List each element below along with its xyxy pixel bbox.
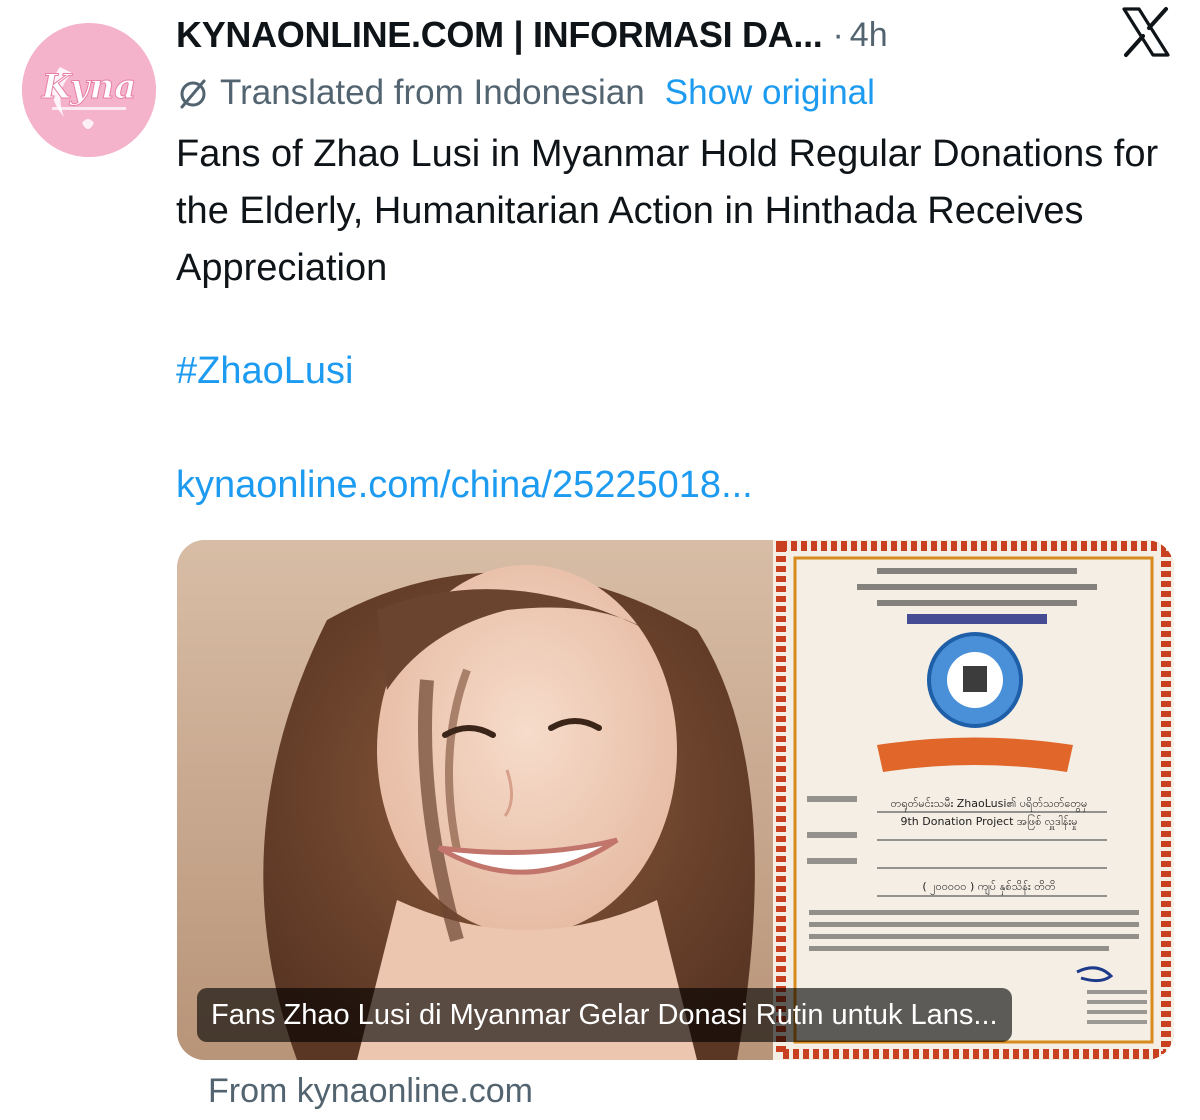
translation-notice: Translated from Indonesian Show original <box>176 70 875 116</box>
x-logo-icon[interactable] <box>1120 6 1172 58</box>
link-preview-card[interactable]: တရုတ်မင်းသမီး ZhaoLusi၏ ပရိတ်သတ်တွေမှ 9t… <box>177 540 1174 1060</box>
article-url-link[interactable]: kynaonline.com/china/25225018... <box>176 464 753 507</box>
tweet[interactable]: Kyna KYNAONLINE.COM | INFORMASI DA... · … <box>0 0 1200 1120</box>
portrait-photo <box>263 565 755 1060</box>
translated-from-label: Translated from Indonesian <box>220 73 645 112</box>
translate-icon <box>180 79 206 109</box>
card-source-domain[interactable]: From kynaonline.com <box>208 1072 533 1111</box>
tweet-timestamp[interactable]: 4h <box>850 16 888 55</box>
certificate-name-line: တရုတ်မင်းသမီး ZhaoLusi၏ ပရိတ်သတ်တွေမှ <box>891 797 1088 812</box>
show-original-link[interactable]: Show original <box>665 73 875 113</box>
author-avatar[interactable]: Kyna <box>22 23 156 157</box>
certificate-project-line: 9th Donation Project အဖြစ် လှူဒါန်းမှု <box>900 814 1077 830</box>
separator-dot: · <box>832 15 844 54</box>
card-title-caption[interactable]: Fans Zhao Lusi di Myanmar Gelar Donasi R… <box>197 988 1012 1042</box>
card-image: တရုတ်မင်းသမီး ZhaoLusi၏ ပရိတ်သတ်တွေမှ 9t… <box>177 540 1174 1060</box>
tweet-header: KYNAONLINE.COM | INFORMASI DA... · 4h <box>176 8 888 62</box>
hashtag-link[interactable]: #ZhaoLusi <box>176 350 353 393</box>
author-display-name[interactable]: KYNAONLINE.COM | INFORMASI DA... <box>176 14 823 56</box>
tweet-text: Fans of Zhao Lusi in Myanmar Hold Regula… <box>176 133 1159 289</box>
certificate-amount-line: ( ၂၀၀၀၀၀ ) ကျပ် နှစ်သိန်း တိတိ <box>922 880 1056 895</box>
avatar-logo-text: Kyna <box>41 67 137 107</box>
kyna-logo-icon: Kyna <box>22 23 156 157</box>
donation-certificate: တရုတ်မင်းသမီး ZhaoLusi၏ ပရိတ်သတ်တွေမှ 9t… <box>773 540 1174 1060</box>
